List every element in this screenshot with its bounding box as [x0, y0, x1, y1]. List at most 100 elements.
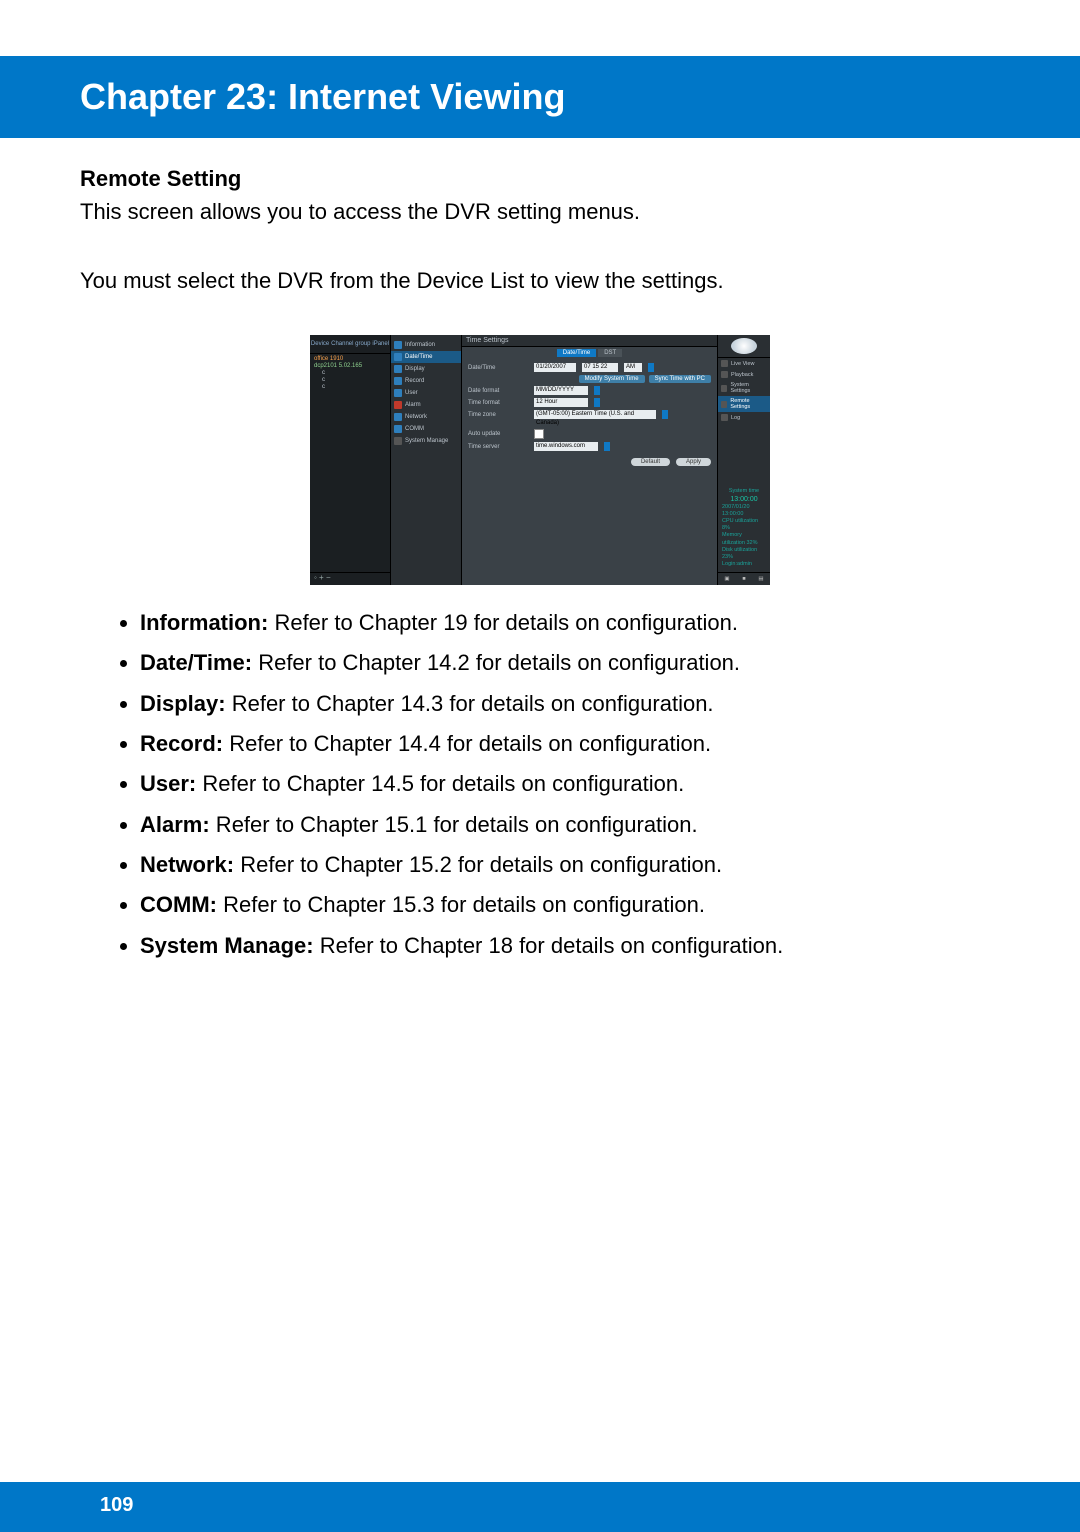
menu-display[interactable]: Display	[391, 363, 461, 375]
menu-label: Alarm	[405, 402, 421, 408]
list-item: Information: Refer to Chapter 19 for det…	[140, 605, 1000, 641]
dropdown-icon[interactable]	[594, 398, 600, 407]
dropdown-icon[interactable]	[604, 442, 610, 451]
menu-label: Date/Time	[405, 354, 432, 360]
ptz-control[interactable]	[718, 335, 770, 358]
list-item: Date/Time: Refer to Chapter 14.2 for det…	[140, 645, 1000, 681]
menu-label: COMM	[405, 426, 424, 432]
nav-remote-settings[interactable]: Remote Settings	[718, 396, 770, 412]
sync-time-button[interactable]: Sync Time with PC	[649, 375, 711, 383]
list-item: System Manage: Refer to Chapter 18 for d…	[140, 928, 1000, 964]
monitor-icon	[721, 360, 728, 367]
list-item: Alarm: Refer to Chapter 15.1 for details…	[140, 807, 1000, 843]
record-icon	[394, 377, 402, 385]
device-panel-footer[interactable]: ◦ + −	[310, 572, 390, 585]
nav-label: System Settings	[730, 382, 767, 394]
gear-icon	[721, 385, 727, 392]
time-format-label: Time format	[468, 400, 528, 406]
reference-list: Information: Refer to Chapter 19 for det…	[80, 605, 1000, 964]
default-button[interactable]: Default	[631, 458, 670, 466]
right-sidebar: Live View Playback System Settings Remot…	[717, 335, 770, 585]
panel-fields: Date/Time 01/20/2007 07 15 22 AM Modify …	[462, 359, 717, 470]
nav-system-settings[interactable]: System Settings	[718, 380, 770, 396]
tree-channel[interactable]: c	[314, 384, 386, 390]
list-item: COMM: Refer to Chapter 15.3 for details …	[140, 887, 1000, 923]
comm-icon	[394, 425, 402, 433]
tree-channel[interactable]: c	[314, 370, 386, 376]
auto-update-checkbox[interactable]	[534, 429, 544, 439]
user-icon	[394, 389, 402, 397]
time-format-select[interactable]: 12 Hour	[534, 398, 588, 407]
menu-comm[interactable]: COMM	[391, 423, 461, 435]
ampm-input[interactable]: AM	[624, 363, 642, 372]
channel-group-tab[interactable]: Channel group	[331, 341, 370, 347]
nav-playback[interactable]: Playback	[718, 369, 770, 380]
menu-information[interactable]: Information	[391, 339, 461, 351]
section-title: Remote Setting	[80, 166, 1000, 192]
nav-log[interactable]: Log	[718, 412, 770, 423]
menu-label: System Manage	[405, 438, 448, 444]
time-server-select[interactable]: time.windows.com	[534, 442, 598, 451]
display-icon	[394, 365, 402, 373]
ipanel-tab[interactable]: iPanel	[372, 341, 389, 347]
device-tree: office 1910 dcp2101 5.02.165 c c c	[310, 354, 390, 572]
system-icon	[394, 437, 402, 445]
nav-label: Log	[731, 415, 740, 421]
nav-live-view[interactable]: Live View	[718, 358, 770, 369]
device-tab[interactable]: Device	[311, 341, 329, 347]
list-item: User: Refer to Chapter 14.5 for details …	[140, 766, 1000, 802]
time-server-label: Time server	[468, 444, 528, 450]
device-panel: Device Channel group iPanel office 1910 …	[310, 335, 391, 585]
menu-alarm[interactable]: Alarm	[391, 399, 461, 411]
menu-label: Record	[405, 378, 424, 384]
tree-root[interactable]: office 1910	[314, 356, 386, 362]
datetime-label: Date/Time	[468, 365, 528, 371]
page-number: 109	[0, 1482, 1080, 1517]
footer-icon[interactable]: ▤	[758, 576, 763, 582]
intro-paragraph-1: This screen allows you to access the DVR…	[80, 198, 1000, 227]
nav-label: Playback	[731, 372, 753, 378]
alarm-icon	[394, 401, 402, 409]
panel-tabs: Date/Time DST	[462, 347, 717, 359]
menu-user[interactable]: User	[391, 387, 461, 399]
status-time: 13:00:00	[722, 495, 766, 504]
modify-system-time-button[interactable]: Modify System Time	[579, 375, 645, 383]
remote-icon	[721, 401, 727, 408]
menu-label: Network	[405, 414, 427, 420]
ptz-wheel-icon	[731, 338, 757, 354]
menu-network[interactable]: Network	[391, 411, 461, 423]
tree-device[interactable]: dcp2101 5.02.165	[314, 363, 386, 369]
dropdown-icon[interactable]	[648, 363, 654, 372]
time-zone-select[interactable]: (GMT-05:00) Eastern Time (U.S. and Canad…	[534, 410, 656, 419]
list-item: Display: Refer to Chapter 14.3 for detai…	[140, 686, 1000, 722]
date-format-select[interactable]: MM/DD/YYYY	[534, 386, 588, 395]
tree-channel[interactable]: c	[314, 377, 386, 383]
menu-label: Display	[405, 366, 425, 372]
settings-main-panel: Time Settings Date/Time DST Date/Time 01…	[462, 335, 717, 585]
auto-update-label: Auto update	[468, 431, 528, 437]
menu-label: Information	[405, 342, 435, 348]
status-line: Disk utilization 23%	[722, 547, 766, 561]
date-input[interactable]: 01/20/2007	[534, 363, 576, 372]
settings-menu: Information Date/Time Display Record Use…	[391, 335, 462, 585]
tab-dst[interactable]: DST	[598, 349, 622, 357]
apply-button[interactable]: Apply	[676, 458, 711, 466]
status-line: Login:admin	[722, 561, 766, 568]
intro-paragraph-2: You must select the DVR from the Device …	[80, 267, 1000, 296]
info-icon	[394, 341, 402, 349]
right-footer-icons: ▣ ■ ▤	[718, 572, 770, 585]
top-margin	[0, 0, 1080, 56]
dropdown-icon[interactable]	[662, 410, 668, 419]
chapter-title: Chapter 23: Internet Viewing	[80, 76, 1080, 118]
footer-icon[interactable]: ■	[742, 576, 745, 582]
time-input[interactable]: 07 15 22	[582, 363, 618, 372]
chapter-header-bar: Chapter 23: Internet Viewing	[0, 56, 1080, 138]
play-icon	[721, 371, 728, 378]
menu-system-manage[interactable]: System Manage	[391, 435, 461, 447]
menu-datetime[interactable]: Date/Time	[391, 351, 461, 363]
nav-label: Live View	[731, 361, 754, 367]
footer-icon[interactable]: ▣	[724, 576, 729, 582]
menu-record[interactable]: Record	[391, 375, 461, 387]
dropdown-icon[interactable]	[594, 386, 600, 395]
tab-datetime[interactable]: Date/Time	[557, 349, 596, 357]
